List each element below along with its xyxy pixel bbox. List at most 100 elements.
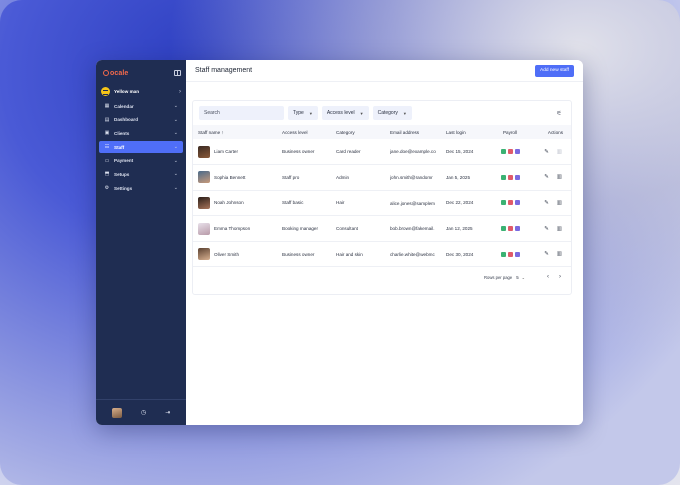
edit-icon[interactable]: ✎: [544, 226, 549, 232]
staff-avatar: [198, 171, 210, 184]
chevron-down-icon: ⌄: [173, 157, 178, 164]
sidebar-item-staff[interactable]: ☷ Staff ⌄: [99, 141, 183, 154]
email-cell: alice.jones@samplem: [390, 200, 436, 206]
last-login-cell: Dec 15, 2024: [446, 149, 474, 155]
payroll-sheet-icon[interactable]: [500, 149, 506, 155]
user-avatar[interactable]: [111, 407, 122, 418]
delete-icon[interactable]: ▥: [557, 200, 562, 206]
chevron-down-icon: ⌄: [173, 185, 178, 192]
chevron-down-icon: ▼: [359, 110, 364, 116]
category-cell: Consultant: [336, 226, 358, 232]
logout-icon[interactable]: ⇥: [165, 409, 170, 416]
payroll-doc-icon[interactable]: [507, 149, 513, 155]
page-header: Staff management Add new staff: [186, 60, 583, 82]
type-filter-label: Type: [293, 110, 304, 116]
sidebar-footer: ◷ ⇥: [96, 399, 186, 425]
access-level-filter[interactable]: Access level ▼: [321, 106, 369, 120]
sidebar-item-label: Staff: [114, 144, 125, 150]
filter-bar: Type ▼ Access level ▼ Category ▼ ⚟: [193, 101, 571, 125]
access-level-cell: Business owner: [282, 149, 315, 155]
staff-avatar: [198, 145, 210, 158]
logo-row: ocale: [96, 65, 186, 79]
sidebar-nav: ▦ Calendar ⌄ ▤ Dashboard ⌄ ▣ Clients ⌄ ☷…: [96, 100, 186, 194]
column-settings-icon[interactable]: ⚟: [553, 107, 565, 119]
email-cell: bob.brown@fakemail.: [390, 226, 435, 232]
sidebar-item-payment[interactable]: ▭ Payment ⌄: [99, 155, 183, 167]
category-filter-label: Category: [377, 110, 398, 116]
dashboard-icon: ▤: [104, 116, 110, 123]
last-login-cell: Jan 12, 2025: [446, 226, 473, 232]
payroll-doc-icon[interactable]: [507, 200, 513, 206]
payroll-doc-icon[interactable]: [507, 226, 513, 232]
sidebar-item-label: Settings: [114, 185, 133, 191]
payroll-sheet-icon[interactable]: [500, 226, 506, 232]
brand-name: ocale: [110, 69, 129, 77]
search-input[interactable]: [199, 106, 284, 120]
payroll-box-icon[interactable]: [514, 200, 520, 206]
delete-icon[interactable]: ▥: [557, 251, 562, 257]
payroll-sheet-icon[interactable]: [500, 174, 506, 180]
delete-icon[interactable]: ▥: [557, 149, 562, 155]
chevron-right-icon: ›: [179, 88, 181, 95]
email-cell: jane.doe@example.co: [390, 149, 436, 155]
staff-name: Oliver Smith: [214, 251, 240, 257]
logo-mark-icon: [103, 70, 109, 76]
payroll-box-icon[interactable]: [514, 251, 520, 257]
payroll-sheet-icon[interactable]: [500, 200, 506, 206]
sidebar-item-label: Calendar: [114, 103, 134, 109]
column-category: Category: [336, 129, 355, 135]
chevron-down-icon: ▼: [402, 110, 407, 116]
table-row[interactable]: Liam Carter Business owner Card reader j…: [193, 139, 571, 165]
sidebar-item-calendar[interactable]: ▦ Calendar ⌄: [99, 100, 183, 112]
delete-icon[interactable]: ▥: [557, 226, 562, 232]
sidebar-item-settings[interactable]: ⚙ Settings ⌄: [99, 182, 183, 194]
last-login-cell: Jan 5, 2025: [446, 174, 471, 180]
sidebar-item-label: Clients: [114, 130, 130, 136]
chevron-down-icon: ⌄: [173, 144, 178, 151]
edit-icon[interactable]: ✎: [544, 200, 549, 206]
table-row[interactable]: Oliver Smith Business owner Hair and ski…: [193, 241, 571, 267]
collapse-sidebar-icon[interactable]: [174, 70, 181, 76]
category-filter[interactable]: Category ▼: [372, 106, 412, 120]
type-filter[interactable]: Type ▼: [288, 106, 318, 120]
sidebar-item-clients[interactable]: ▣ Clients ⌄: [99, 127, 183, 139]
calendar-icon: ▦: [104, 103, 110, 109]
column-staff-name[interactable]: Staff name ↑: [193, 125, 277, 139]
payroll-box-icon[interactable]: [514, 149, 520, 155]
rows-per-page-select[interactable]: 5: [516, 275, 518, 280]
staff-name: Liam Carter: [214, 149, 238, 155]
chevron-down-icon: ⌄: [173, 171, 178, 178]
add-new-staff-button[interactable]: Add new staff: [535, 64, 574, 77]
payroll-sheet-icon[interactable]: [500, 251, 506, 257]
access-level-cell: Staff pro: [282, 174, 300, 180]
next-page-icon[interactable]: ›: [559, 274, 561, 280]
category-cell: Hair and skin: [336, 251, 363, 257]
payroll-doc-icon[interactable]: [507, 251, 513, 257]
staff-name: Emma Thompson: [214, 226, 251, 232]
edit-icon[interactable]: ✎: [544, 251, 549, 257]
chevron-down-icon[interactable]: ⌄: [522, 275, 525, 280]
business-switcher[interactable]: Yellow man ›: [96, 85, 186, 98]
brand-logo[interactable]: ocale: [103, 70, 128, 77]
sidebar-item-label: Dashboard: [114, 117, 138, 123]
sidebar-item-dashboard[interactable]: ▤ Dashboard ⌄: [99, 114, 183, 126]
delete-icon[interactable]: ▥: [557, 174, 562, 180]
payroll-doc-icon[interactable]: [507, 174, 513, 180]
payroll-box-icon[interactable]: [514, 174, 520, 180]
edit-icon[interactable]: ✎: [544, 149, 549, 155]
staff-table-card: Type ▼ Access level ▼ Category ▼ ⚟ Staff…: [192, 100, 572, 295]
pagination: Rows per page 5 ⌄ ‹ ›: [193, 267, 571, 287]
last-login-cell: Dec 22, 2024: [446, 200, 474, 206]
prev-page-icon[interactable]: ‹: [547, 274, 549, 280]
table-row[interactable]: Noah Johnson Staff basic Hair alice.jone…: [193, 190, 571, 216]
sidebar-item-setups[interactable]: ⬒ Setups ⌄: [99, 168, 183, 180]
email-cell: john.smith@randomr: [390, 175, 433, 181]
table-row[interactable]: Emma Thompson Booking manager Consultant…: [193, 216, 571, 242]
category-cell: Admin: [336, 174, 350, 180]
table-row[interactable]: Sophia Bennett Staff pro Admin john.smit…: [193, 165, 571, 191]
settings-icon: ⚙: [104, 185, 110, 192]
chevron-down-icon: ▼: [308, 110, 313, 116]
history-icon[interactable]: ◷: [141, 409, 146, 416]
edit-icon[interactable]: ✎: [544, 174, 549, 180]
payroll-box-icon[interactable]: [514, 226, 520, 232]
